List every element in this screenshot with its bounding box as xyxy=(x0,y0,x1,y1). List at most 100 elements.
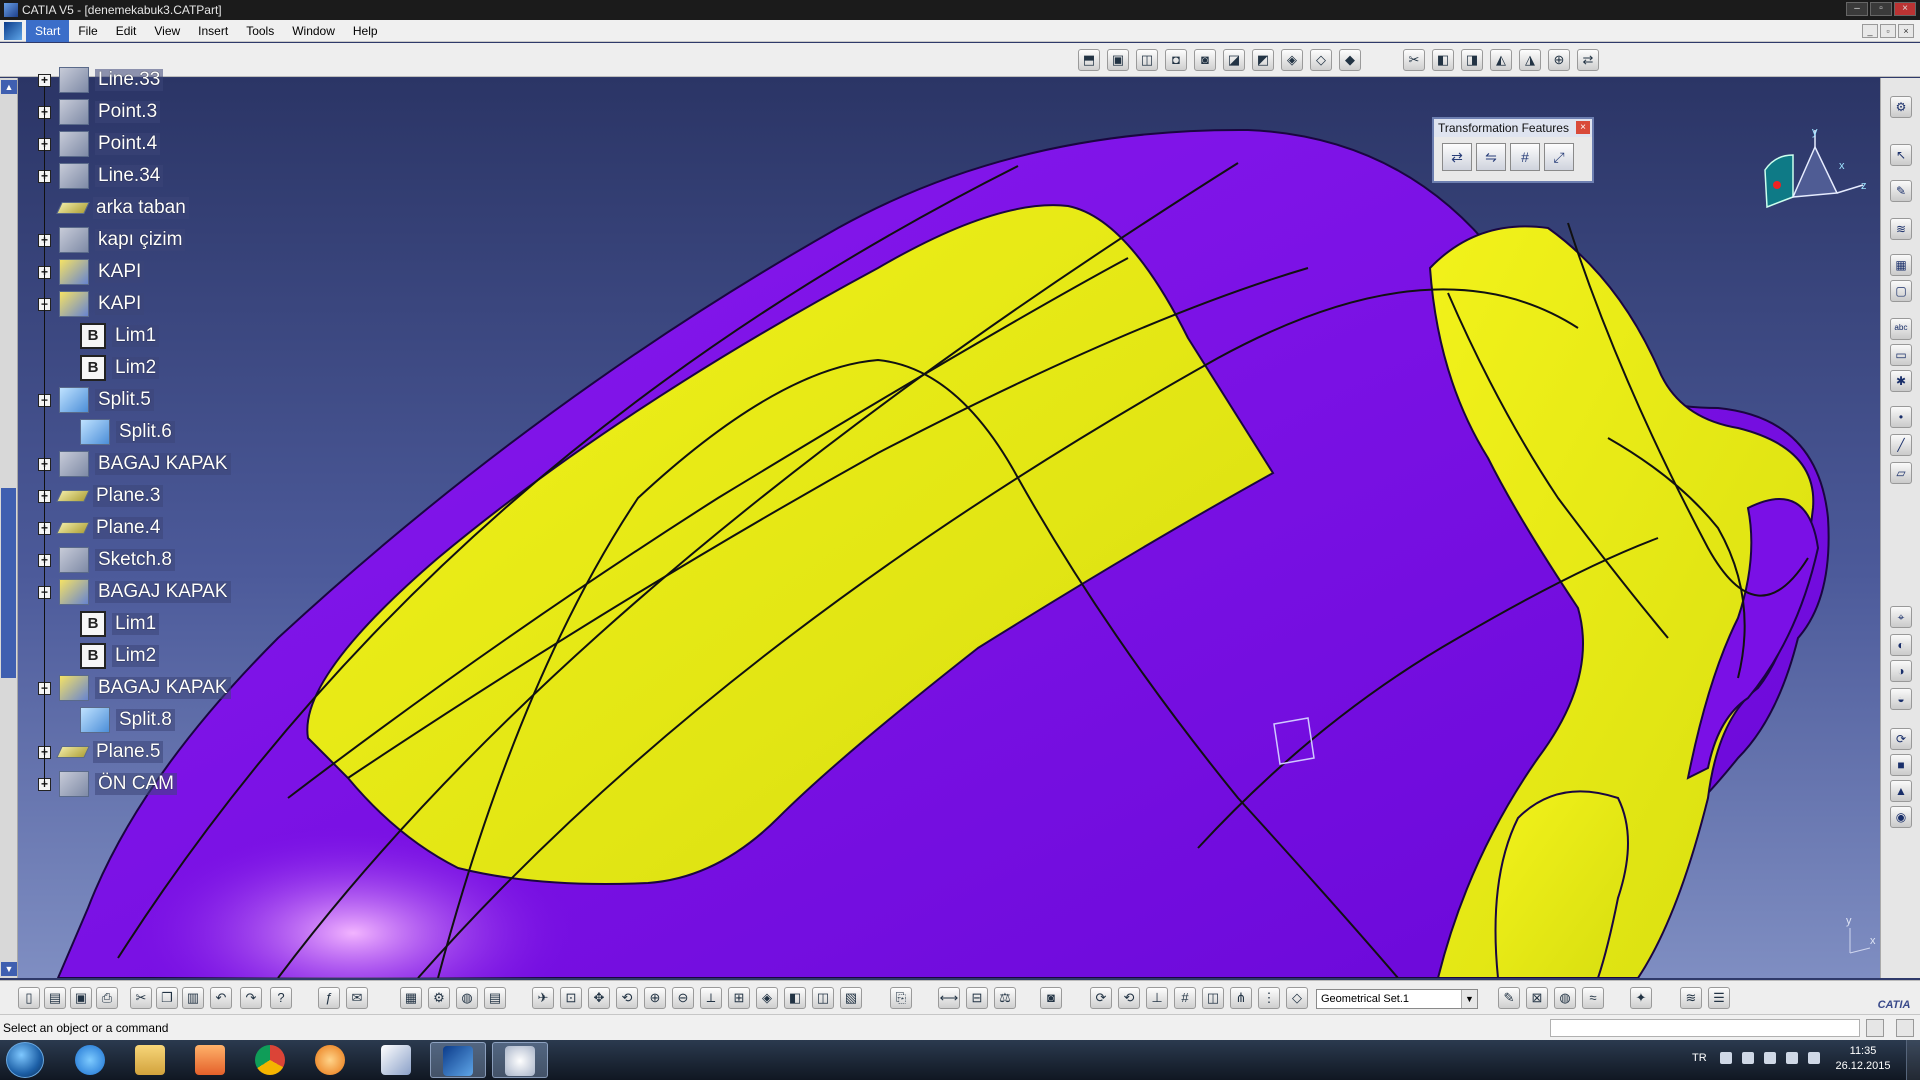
boundary-icon[interactable]: ◨ xyxy=(1461,49,1483,71)
toolbar-title[interactable]: Transformation Features × xyxy=(1434,119,1592,137)
tree-node-label[interactable]: Lim1 xyxy=(112,325,160,347)
tree-node[interactable]: arka taban xyxy=(38,192,189,224)
symmetry-icon[interactable]: ⇋ xyxy=(1476,143,1506,171)
swap-space-icon[interactable]: ▧ xyxy=(840,987,862,1009)
tree-node[interactable]: −BAGAJ KAPAK xyxy=(38,672,231,704)
maximize-button[interactable]: ▫ xyxy=(1870,2,1892,16)
shading-icon[interactable]: ◧ xyxy=(784,987,806,1009)
tree-node-label[interactable]: Plane.4 xyxy=(93,517,164,539)
pattern-icon[interactable]: # xyxy=(1510,143,1540,171)
catia-menu-logo-icon[interactable] xyxy=(4,21,22,40)
doc-minimize-button[interactable]: _ xyxy=(1862,24,1878,38)
menu-edit[interactable]: Edit xyxy=(107,20,146,42)
taskbar-explorer[interactable] xyxy=(122,1042,178,1078)
tree-node-label[interactable]: Lim1 xyxy=(112,613,160,635)
3d-viewport[interactable]: y x xyxy=(18,78,1880,978)
offset-icon[interactable]: ▣ xyxy=(1107,49,1129,71)
tree-node-label[interactable]: BAGAJ KAPAK xyxy=(95,677,231,699)
blend-icon[interactable]: ◪ xyxy=(1223,49,1245,71)
print-icon[interactable]: ⎙ xyxy=(96,987,118,1009)
tree-node[interactable]: B Lim2 xyxy=(80,640,160,672)
menu-start[interactable]: Start xyxy=(26,19,70,42)
zoom-out-icon[interactable]: ⊖ xyxy=(672,987,694,1009)
taskbar-orange-app[interactable] xyxy=(302,1042,358,1078)
translate-icon[interactable]: ⇄ xyxy=(1577,49,1599,71)
command-input[interactable] xyxy=(1550,1019,1860,1037)
box-icon[interactable]: ▢ xyxy=(1890,280,1912,302)
paint-icon[interactable]: ✱ xyxy=(1890,370,1912,392)
join-icon[interactable]: ◩ xyxy=(1252,49,1274,71)
tree-node[interactable]: −Split.5 xyxy=(38,384,154,416)
analysis-icon[interactable]: ◒ xyxy=(1890,688,1912,710)
tree-node[interactable]: +Point.4 xyxy=(38,128,161,160)
measure-between-icon[interactable]: ⟷ xyxy=(938,987,960,1009)
tree-node[interactable]: +Line.34 xyxy=(38,160,164,192)
tree-node[interactable]: Split.6 xyxy=(80,416,175,448)
heal-icon[interactable]: ◈ xyxy=(1281,49,1303,71)
sphere-icon[interactable]: ◍ xyxy=(1554,987,1576,1009)
menu-view[interactable]: View xyxy=(145,20,189,42)
flag-icon[interactable] xyxy=(1742,1052,1754,1064)
chevron-down-icon[interactable]: ▼ xyxy=(1461,990,1477,1008)
insert-set-icon[interactable]: ⋔ xyxy=(1230,987,1252,1009)
sweep-icon[interactable]: ◫ xyxy=(1136,49,1158,71)
select-cursor-icon[interactable]: ↖ xyxy=(1890,144,1912,166)
tree-scrollbar[interactable]: ▲ ▼ xyxy=(0,78,18,978)
trim-icon[interactable]: ◧ xyxy=(1432,49,1454,71)
scroll-thumb[interactable] xyxy=(1,488,16,678)
network-icon[interactable] xyxy=(1764,1052,1776,1064)
catalog-icon[interactable]: ▤ xyxy=(484,987,506,1009)
tree-node-label[interactable]: Plane.3 xyxy=(93,485,164,507)
capture-icon[interactable]: ◙ xyxy=(1040,987,1062,1009)
annotation-icon[interactable]: ▭ xyxy=(1890,344,1912,366)
point-icon[interactable]: • xyxy=(1890,406,1912,428)
line-icon[interactable]: ╱ xyxy=(1890,434,1912,456)
tree-node-label[interactable]: arka taban xyxy=(93,197,189,219)
apply-material-icon[interactable]: ◐ xyxy=(1890,634,1912,656)
comment-icon[interactable]: ✉ xyxy=(346,987,368,1009)
tree-node-label[interactable]: Split.8 xyxy=(116,709,175,731)
feature-icon[interactable]: ✎ xyxy=(1498,987,1520,1009)
tree-node[interactable]: B Lim2 xyxy=(80,352,160,384)
fit-all-icon[interactable]: ⊡ xyxy=(560,987,582,1009)
plane-icon[interactable]: ▱ xyxy=(1890,462,1912,484)
ordered-set-icon[interactable]: ⋮ xyxy=(1258,987,1280,1009)
multi-section-icon[interactable]: ◙ xyxy=(1194,49,1216,71)
whats-this-icon[interactable]: ? xyxy=(270,987,292,1009)
extract-icon[interactable]: ◭ xyxy=(1490,49,1512,71)
fill-icon[interactable]: ◘ xyxy=(1165,49,1187,71)
translate-icon[interactable]: ⇄ xyxy=(1442,143,1472,171)
grid-icon[interactable]: ▦ xyxy=(1890,254,1912,276)
hide-icon[interactable]: ◫ xyxy=(812,987,834,1009)
menu-insert[interactable]: Insert xyxy=(189,20,237,42)
tree-node-label[interactable]: KAPI xyxy=(95,293,145,315)
axis-system-icon[interactable]: ⊥ xyxy=(1146,987,1168,1009)
tree-node[interactable]: B Lim1 xyxy=(80,608,160,640)
scaling-icon[interactable]: ⤢ xyxy=(1544,143,1574,171)
taskbar-catia[interactable] xyxy=(430,1042,486,1078)
tree-node[interactable]: +kapı çizim xyxy=(38,224,186,256)
compass-widget[interactable]: y x z xyxy=(1755,125,1875,225)
taskbar-chrome[interactable] xyxy=(242,1042,298,1078)
tree-node[interactable]: + Line.33 xyxy=(38,64,164,96)
work-object-icon[interactable]: ◇ xyxy=(1286,987,1308,1009)
copy-icon[interactable]: ❐ xyxy=(156,987,178,1009)
redo-icon[interactable]: ↷ xyxy=(240,987,262,1009)
zoom-in-icon[interactable]: ⊕ xyxy=(644,987,666,1009)
measure-item-icon[interactable]: ⊟ xyxy=(966,987,988,1009)
layers-stack-icon[interactable]: ☰ xyxy=(1708,987,1730,1009)
cut-icon[interactable]: ✂ xyxy=(130,987,152,1009)
grid-snap-icon[interactable]: # xyxy=(1174,987,1196,1009)
tree-node[interactable]: +ÖN CAM xyxy=(38,768,177,800)
update-icon[interactable]: ⟳ xyxy=(1890,728,1912,750)
stop-icon[interactable]: ■ xyxy=(1890,754,1912,776)
multi-view-icon[interactable]: ⊞ xyxy=(728,987,750,1009)
volume-icon[interactable] xyxy=(1808,1052,1820,1064)
macro-icon[interactable]: ◍ xyxy=(456,987,478,1009)
tree-node[interactable]: −KAPI xyxy=(38,288,145,320)
tree-node-label[interactable]: Line.34 xyxy=(95,165,164,187)
text-abc-icon[interactable]: ᵃᵇᶜ xyxy=(1890,318,1912,340)
tree-node[interactable]: +Plane.5 xyxy=(38,736,164,768)
tree-node-label[interactable]: Split.5 xyxy=(95,389,154,411)
tree-node-label[interactable]: BAGAJ KAPAK xyxy=(95,453,231,475)
